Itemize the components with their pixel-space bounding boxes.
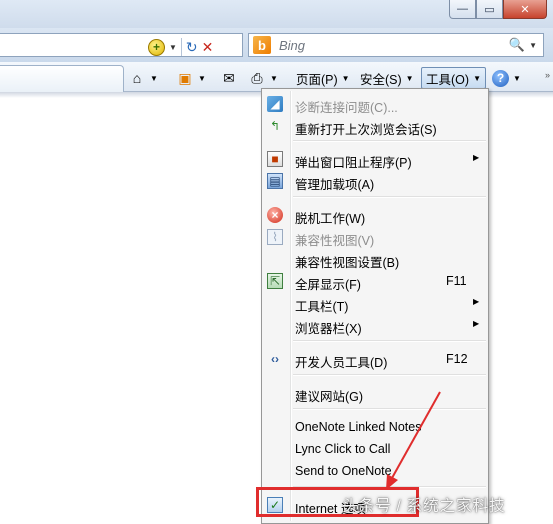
watermark-text: 头条号 / 系统之家科技 bbox=[342, 498, 506, 515]
arrow-shaft bbox=[391, 391, 441, 479]
annotation-arrow bbox=[386, 391, 441, 490]
